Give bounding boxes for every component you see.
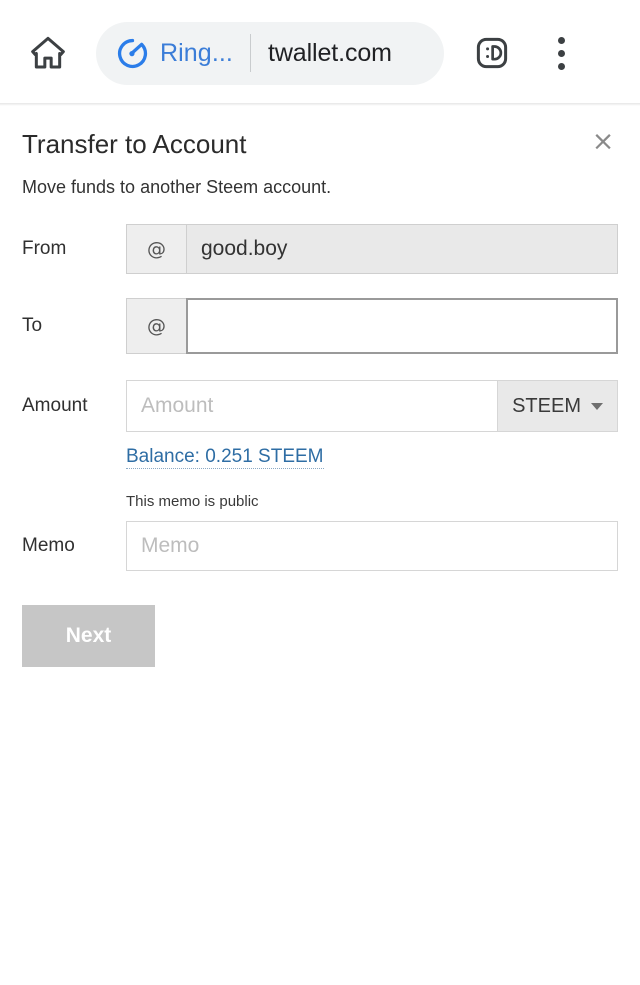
amount-input[interactable] <box>126 380 498 432</box>
page-subtitle: Move funds to another Steem account. <box>22 177 332 197</box>
memo-hint-spacer <box>22 493 126 511</box>
gauge-icon <box>116 37 149 70</box>
balance-row: Balance: 0.251 STEEM <box>22 446 618 469</box>
balance-spacer <box>22 446 126 469</box>
browser-toolbar: Ring... twallet.com <box>0 0 640 106</box>
home-button[interactable] <box>22 27 74 79</box>
memo-row: Memo <box>22 521 618 571</box>
browser-menu-button[interactable] <box>540 29 582 77</box>
home-icon <box>31 36 65 69</box>
chevron-down-icon <box>591 402 603 410</box>
amount-row: Amount STEEM <box>22 380 618 432</box>
to-row: To @ <box>22 298 618 354</box>
smiley-d-icon <box>476 37 508 69</box>
amount-label: Amount <box>22 395 88 416</box>
actions-row: Next <box>0 605 640 667</box>
balance-link[interactable]: Balance: 0.251 STEEM <box>126 446 324 469</box>
transfer-dialog: Transfer to Account Move funds to anothe… <box>0 106 640 667</box>
transfer-form: From @ To @ Amount STEEM <box>0 224 640 571</box>
memo-label: Memo <box>22 535 75 556</box>
currency-select[interactable]: STEEM <box>497 380 618 432</box>
page-title: Transfer to Account <box>22 129 247 159</box>
close-icon[interactable]: × <box>586 124 620 158</box>
omnibox-divider <box>249 34 251 72</box>
from-account-input[interactable] <box>186 224 618 274</box>
three-dot-menu-icon <box>557 49 565 57</box>
to-account-input[interactable] <box>186 298 618 354</box>
three-dot-menu-icon <box>557 62 565 70</box>
from-label: From <box>22 238 67 259</box>
emoji-button[interactable] <box>470 31 514 75</box>
memo-input[interactable] <box>126 521 618 571</box>
three-dot-menu-icon <box>557 36 565 44</box>
from-at-prefix: @ <box>126 224 186 274</box>
address-bar[interactable]: Ring... twallet.com <box>96 21 444 85</box>
memo-hint-row: This memo is public <box>22 493 618 511</box>
memo-public-hint: This memo is public <box>126 493 259 510</box>
dialog-header: Transfer to Account Move funds to anothe… <box>0 106 640 198</box>
to-at-prefix: @ <box>126 298 186 354</box>
from-row: From @ <box>22 224 618 274</box>
to-label: To <box>22 315 43 336</box>
omnibox-url: twallet.com <box>267 38 392 67</box>
currency-select-value: STEEM <box>512 394 581 417</box>
next-button[interactable]: Next <box>22 605 155 667</box>
omnibox-app-name: Ring... <box>160 38 233 67</box>
